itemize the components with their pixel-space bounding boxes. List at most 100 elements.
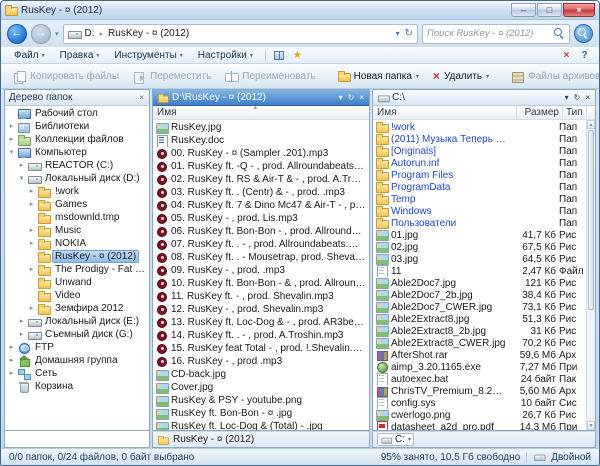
file-row[interactable]: cwerlogo.png26,7 КбРис	[373, 409, 586, 421]
tree-item[interactable]: ▸Games	[5, 198, 149, 211]
file-row[interactable]: WindowsПап	[373, 205, 586, 217]
file-row[interactable]: 04. RusKey ft. 7 & Dino Mc47 & Air-T - ,…	[153, 199, 369, 212]
file-row[interactable]: autoexec.bat24 байтПак	[373, 373, 586, 385]
file-row[interactable]: !workПап	[373, 121, 586, 133]
new-folder-button[interactable]: Новая папка▾	[332, 66, 425, 87]
tree-expander-icon[interactable]: ▸	[17, 331, 26, 338]
tree-item[interactable]: ▸The Prodigy - Fat Of The Land 1997	[5, 263, 149, 276]
file-row[interactable]: ProgramDataПап	[373, 181, 586, 193]
panel-menu-icon[interactable]: ▾	[564, 94, 570, 102]
file-row[interactable]: Able2Extract8_2b.jpg31 КбРис	[373, 325, 586, 337]
favorites-star-icon[interactable]: ★	[289, 49, 306, 63]
inactive-panel-path-bar[interactable]: C:\ ▾ ↻ ×	[373, 90, 595, 106]
rename-button[interactable]: Переименовать	[219, 66, 321, 87]
panel-close-icon[interactable]: ×	[584, 94, 591, 102]
file-row[interactable]: Able2Extract8_CWER.jpg70,2 КбРис	[373, 337, 586, 349]
address-bar[interactable]: D: ▸ RusKey - ¤ (2012) ▾ ↻	[63, 24, 418, 44]
title-bar[interactable]: RusKey - ¤ (2012) – □ ×	[1, 1, 599, 20]
file-row[interactable]: RusKey.doc	[153, 134, 369, 147]
file-row[interactable]: 112,47 КбФайл	[373, 265, 586, 277]
drive-select-combo[interactable]: C: ▾	[377, 433, 414, 446]
file-row[interactable]: Autorun.infПап	[373, 157, 586, 169]
tree-item[interactable]: ▸Домашняя группа	[5, 354, 149, 367]
tree-item[interactable]: ▾Локальный диск (D:)	[5, 172, 149, 185]
move-button[interactable]: Переместить	[127, 66, 217, 87]
file-row[interactable]: ПользователиПап	[373, 217, 586, 229]
tree-item[interactable]: ▸Библиотеки	[5, 120, 149, 133]
file-row[interactable]: 12. RusKey - , prod. Shevalin.mp3	[153, 303, 369, 316]
tree-item[interactable]: Unwand	[5, 276, 149, 289]
file-row[interactable]: 16. RusKey - , prod .mp3	[153, 355, 369, 368]
file-row[interactable]: RusKey ft. Bon-Bon - ¤ .jpg	[153, 407, 369, 420]
tree-expander-icon[interactable]: ▸	[7, 136, 16, 143]
tree-expander-icon[interactable]: ▸	[27, 240, 36, 247]
file-row[interactable]: Able2Doc7.jpg121 КбРис	[373, 277, 586, 289]
tree-item[interactable]: ▸REACTOR (C:)	[5, 159, 149, 172]
panel-close-icon[interactable]: ×	[358, 94, 365, 102]
file-row[interactable]: [Originals]Пап	[373, 145, 586, 157]
tree-item[interactable]: ▸FTP	[5, 341, 149, 354]
tree-expander-icon[interactable]: ▸	[27, 227, 36, 234]
file-row[interactable]: Program FilesПап	[373, 169, 586, 181]
menu-edit[interactable]: Правка▾	[53, 49, 107, 62]
tree-expander-icon[interactable]: ▸	[27, 305, 36, 312]
tree-expander-icon[interactable]: ▸	[7, 370, 16, 377]
tree-item[interactable]: ▸Локальный диск (E:)	[5, 315, 149, 328]
file-row[interactable]: 02. RusKey ft. RS & Air-T & - , prod. A.…	[153, 173, 369, 186]
file-row[interactable]: 01. RusKey ft. -Q - , prod. Allroundabea…	[153, 160, 369, 173]
tree-expander-icon[interactable]: ▸	[17, 162, 26, 169]
file-row[interactable]: TempПап	[373, 193, 586, 205]
column-size[interactable]: Размер	[516, 106, 562, 119]
tree-item[interactable]: ▸Сеть	[5, 367, 149, 380]
file-row[interactable]: ChrisTV_Premium_8.20.rar5,60 МбАрх	[373, 385, 586, 397]
maximize-button[interactable]: □	[537, 3, 562, 17]
help-icon[interactable]: ?	[576, 49, 593, 63]
forward-button[interactable]: →	[31, 24, 51, 44]
file-row[interactable]: RusKey ft. Loc-Dog & (Total) - .jpg	[153, 420, 369, 430]
address-dropdown-icon[interactable]: ▾	[396, 29, 400, 38]
panel-refresh-icon[interactable]: ↻	[573, 94, 582, 102]
menu-settings[interactable]: Настройки▾	[191, 49, 260, 62]
copy-files-button[interactable]: Копировать файлы	[7, 66, 125, 87]
panel-refresh-icon[interactable]: ↻	[347, 94, 356, 102]
scroll-down-icon[interactable]: ▼	[587, 421, 595, 430]
file-row[interactable]: Able2Doc7_2b.jpg38,4 КбРис	[373, 289, 586, 301]
breadcrumb-folder[interactable]: RusKey - ¤ (2012)	[106, 28, 191, 39]
file-row[interactable]: 13. RusKey ft. Loc-Dog & - , prod. AR3be…	[153, 316, 369, 329]
file-row[interactable]: 01.jpg41,7 КбРис	[373, 229, 586, 241]
search-input[interactable]: Поиск RusKey - ¤ (2012)	[422, 24, 570, 44]
tree-item[interactable]: ▾Компьютер	[5, 146, 149, 159]
menu-tools[interactable]: Инструменты▾	[107, 49, 189, 62]
history-dropdown-icon[interactable]: ▾	[55, 30, 59, 38]
archive-files-button[interactable]: Файлы архивов▾	[505, 66, 600, 87]
tree-item[interactable]: RusKey - ¤ (2012)	[5, 250, 149, 263]
search-button[interactable]	[574, 24, 593, 43]
tree-expander-icon[interactable]: ▸	[27, 188, 36, 195]
scrollbar-thumb[interactable]	[588, 130, 594, 310]
tree-item[interactable]: Корзина	[5, 380, 149, 393]
file-row[interactable]: 00. RusKey - ¤ (Sampler .201).mp3	[153, 147, 369, 160]
tree-item[interactable]: ▸Земфира 2012	[5, 302, 149, 315]
menu-file[interactable]: Файл▾	[7, 49, 52, 62]
panel-mode-label[interactable]: Двойной	[551, 452, 591, 463]
exit-icon[interactable]: ×	[558, 49, 575, 63]
file-row[interactable]: Cover.jpg	[153, 381, 369, 394]
tree-item[interactable]: ▸Коллекции файлов	[5, 133, 149, 146]
panel-layout-icon[interactable]	[271, 49, 288, 63]
tree-expander-icon[interactable]: ▾	[7, 149, 16, 156]
breadcrumb-drive[interactable]: D:	[83, 28, 97, 39]
tree-item[interactable]: ▸Music	[5, 224, 149, 237]
tree-item[interactable]: Рабочий стол	[5, 107, 149, 120]
file-row[interactable]: CD-back.jpg	[153, 368, 369, 381]
tree-expander-icon[interactable]: ▸	[7, 357, 16, 364]
close-tree-icon[interactable]: ×	[138, 94, 145, 102]
tree-item[interactable]: msdownld.tmp	[5, 211, 149, 224]
tree-expander-icon[interactable]: ▸	[17, 318, 26, 325]
file-row[interactable]: 15. RusKey feat Total - , prod. !.Sheval…	[153, 342, 369, 355]
tree-expander-icon[interactable]: ▸	[7, 344, 16, 351]
file-row[interactable]: 14. RusKey ft. . - , prod. A.Troshin.mp3	[153, 329, 369, 342]
file-row[interactable]: datasheet_a2d_pro.pdf14,3 МбПри	[373, 421, 586, 430]
column-name[interactable]: Имя	[373, 106, 516, 119]
file-row[interactable]: 03. RusKey ft. . (Centr) & - , prod. .mp…	[153, 186, 369, 199]
tree-item[interactable]: ▸!work	[5, 185, 149, 198]
